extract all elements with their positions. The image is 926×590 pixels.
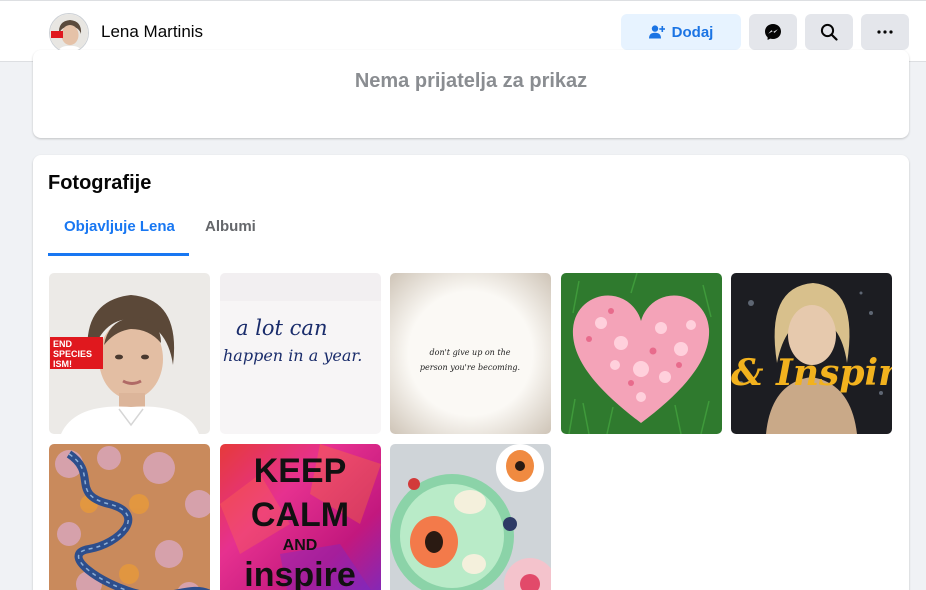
friends-card: Nema prijatelja za prikaz xyxy=(33,50,909,138)
photo-portrait[interactable]: END SPECIES ISM! xyxy=(49,273,210,434)
photo-autumn-forest-road[interactable] xyxy=(49,444,210,590)
quote-line-2: person you're becoming. xyxy=(420,363,520,372)
handwriting-line-1: a lot can xyxy=(236,316,327,340)
active-tab-indicator xyxy=(48,253,189,256)
search-icon xyxy=(820,23,838,41)
photo-petal-heart[interactable] xyxy=(561,273,722,434)
messenger-button[interactable] xyxy=(749,14,797,50)
keep-calm-line-2: CALM xyxy=(251,496,349,534)
quote-line-1: don't give up on the xyxy=(430,348,511,357)
portrait-badge-line-3: ISM! xyxy=(53,359,72,369)
handwriting-line-2: happen in a year. xyxy=(223,346,362,365)
inspire-text: & Inspire xyxy=(731,352,892,394)
photo-keep-calm-inspire[interactable]: KEEP CALM AND inspire xyxy=(220,444,381,590)
portrait-badge-line-2: SPECIES xyxy=(53,349,92,359)
messenger-icon xyxy=(765,24,781,40)
search-button[interactable] xyxy=(805,14,853,50)
photo-inspire-woman[interactable]: & Inspire xyxy=(731,273,892,434)
more-dots-icon xyxy=(877,30,893,34)
more-options-button[interactable] xyxy=(861,14,909,50)
tab-posted-by-lena[interactable]: Objavljuje Lena xyxy=(64,218,175,235)
keep-calm-line-1: KEEP xyxy=(254,452,347,490)
photos-card: Fotografije Objavljuje Lena Albumi END S… xyxy=(33,155,909,590)
photos-section-title[interactable]: Fotografije xyxy=(48,172,151,195)
portrait-badge-line-1: END xyxy=(53,339,73,349)
photo-quote-dont-give-up[interactable]: don't give up on the person you're becom… xyxy=(390,273,551,434)
profile-name[interactable]: Lena Martinis xyxy=(101,22,203,42)
tab-albums[interactable]: Albumi xyxy=(205,218,256,235)
add-friend-button[interactable]: Dodaj xyxy=(621,14,741,50)
photo-handwriting-a-lot-can-happen[interactable]: a lot can happen in a year. xyxy=(220,273,381,434)
keep-calm-line-4: inspire xyxy=(244,556,355,590)
keep-calm-line-3: AND xyxy=(283,537,318,554)
add-button-label: Dodaj xyxy=(671,23,714,41)
avatar[interactable] xyxy=(49,13,89,53)
add-friend-icon xyxy=(648,25,665,39)
no-friends-message: Nema prijatelja za prikaz xyxy=(354,70,588,92)
photo-papaya-bowls[interactable] xyxy=(390,444,551,590)
